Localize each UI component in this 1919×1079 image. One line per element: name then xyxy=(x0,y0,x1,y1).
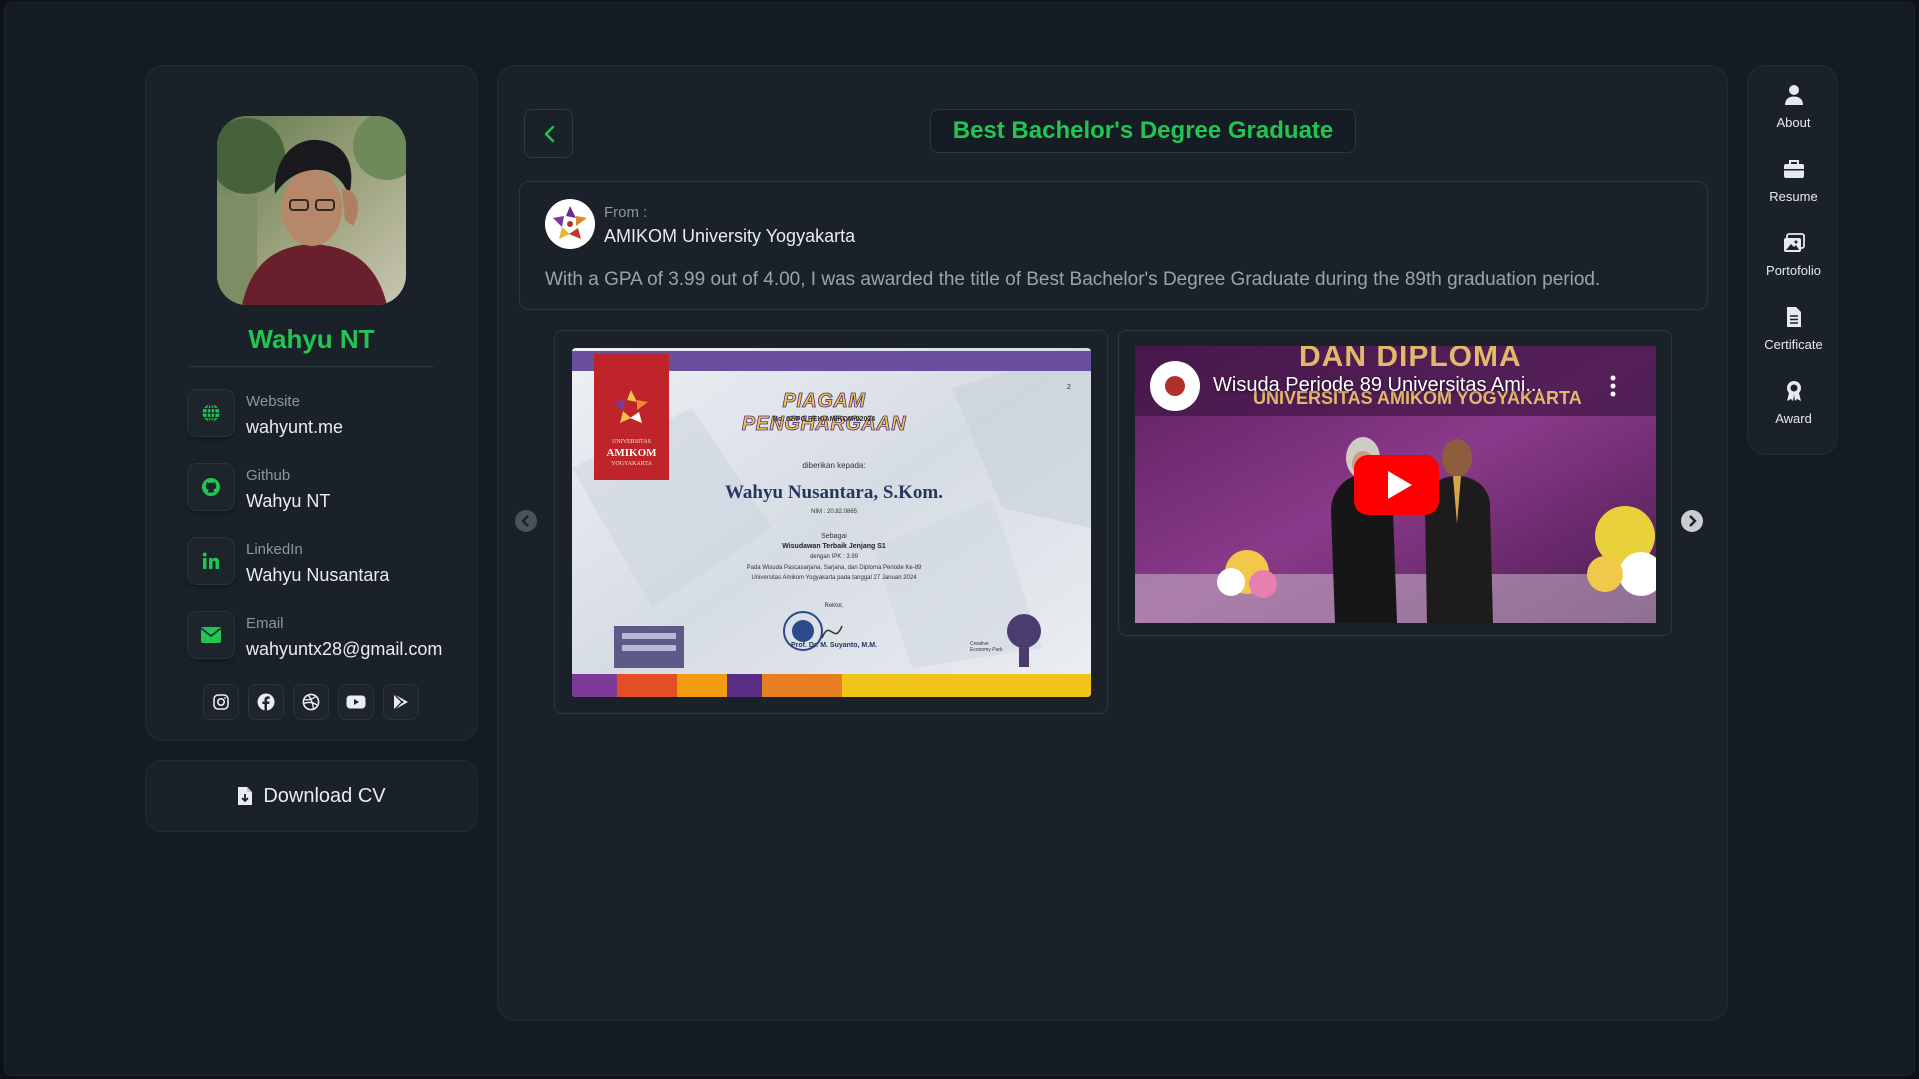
certificate-line-2: Universitas Amikom Yogyakarta pada tangg… xyxy=(751,575,917,581)
file-download-icon xyxy=(238,787,253,805)
contact-label: LinkedIn xyxy=(246,541,303,558)
certificate-card[interactable]: PIAGAM PENGHARGAAN No. 02/PG.REK/AMIKOM/… xyxy=(554,330,1108,714)
video-banner-top: DAN DIPLOMA xyxy=(1299,346,1522,373)
contact-label: Website xyxy=(246,393,300,410)
contact-label: Email xyxy=(246,615,284,632)
nav-label: Award xyxy=(1775,411,1812,426)
certificate-nim: NIM : 20.82.0865 xyxy=(810,509,858,515)
contact-email[interactable]: Email wahyuntx28@gmail.com xyxy=(187,611,447,663)
certificate-page-number: 2 xyxy=(1067,384,1071,391)
video-title[interactable]: Wisuda Periode 89 Universitas Ami... xyxy=(1213,374,1583,397)
logo-text-university: UNIVERSITAS xyxy=(612,439,651,445)
certificate-as: Sebagai xyxy=(821,533,847,540)
from-label: From : xyxy=(604,204,648,221)
certificate-ipk: dengan IPK : 3.99 xyxy=(809,554,859,560)
contact-website[interactable]: Website wahyunt.me xyxy=(187,389,447,441)
app-window: Wahyu NT Website wahyunt.me Github Wahyu… xyxy=(4,2,1915,1076)
contact-github[interactable]: Github Wahyu NT xyxy=(187,463,447,515)
certificate-heading: PIAGAM PENGHARGAAN xyxy=(741,390,907,436)
certificate-recipient: Wahyu Nusantara, S.Kom. xyxy=(724,482,944,503)
award-icon xyxy=(1787,381,1801,401)
contact-value[interactable]: wahyuntx28@gmail.com xyxy=(246,639,442,660)
certificate-honor: Wisudawan Terbaik Jenjang S1 xyxy=(782,543,886,550)
back-button[interactable] xyxy=(524,109,573,158)
organization-name: AMIKOM University Yogyakarta xyxy=(604,226,856,246)
user-icon xyxy=(1785,85,1803,105)
divider xyxy=(189,366,434,367)
youtube-icon[interactable] xyxy=(338,684,374,720)
contact-value[interactable]: Wahyu Nusantara xyxy=(246,565,389,586)
briefcase-icon xyxy=(1784,160,1804,178)
nav-label: Portofolio xyxy=(1766,263,1821,278)
certificate-rektor: Rektor, xyxy=(824,603,844,609)
creative-economy-park-label: Creative Economy Park xyxy=(970,641,1003,653)
github-icon xyxy=(187,463,235,511)
side-navigation: About Resume Portofolio Certificate Awar… xyxy=(1747,65,1838,455)
dribbble-icon[interactable] xyxy=(293,684,329,720)
award-detail-panel: Best Bachelor's Degree Graduate From : A… xyxy=(497,65,1728,1021)
certificate-signer: Prof. Dr. M. Suyanto, M.M. xyxy=(791,642,877,649)
play-store-icon[interactable] xyxy=(383,684,419,720)
award-source-card: From : AMIKOM University Yogyakarta With… xyxy=(519,181,1708,310)
file-icon xyxy=(1787,307,1801,327)
contact-label: Github xyxy=(246,467,291,484)
nav-item-certificate[interactable]: Certificate xyxy=(1748,288,1839,352)
download-cv-button[interactable]: Download CV xyxy=(145,760,478,832)
chevron-left-icon xyxy=(544,125,554,142)
facebook-icon[interactable] xyxy=(248,684,284,720)
globe-icon xyxy=(187,389,235,437)
certificate-number: No. 02/PG.REK/AMIKOM/I/2024 xyxy=(772,416,876,423)
nav-label: Certificate xyxy=(1764,337,1823,352)
social-links xyxy=(203,684,419,720)
amikom-logo xyxy=(545,199,595,249)
award-description: With a GPA of 3.99 out of 4.00, I was aw… xyxy=(545,269,1601,290)
chevron-right-circle-icon xyxy=(1681,510,1703,532)
certificate-line-1: Pada Wisuda Pascasarjana, Sarjana, dan D… xyxy=(746,565,922,571)
profile-name: Wahyu NT xyxy=(248,324,375,354)
avatar xyxy=(217,116,406,305)
youtube-embed[interactable]: DAN DIPLOMA UNIVERSITAS AMIKOM YOGYAKART… xyxy=(1135,346,1656,623)
download-cv-label: Download CV xyxy=(263,784,386,807)
nav-item-resume[interactable]: Resume xyxy=(1748,140,1839,204)
certificate-image[interactable]: PIAGAM PENGHARGAAN No. 02/PG.REK/AMIKOM/… xyxy=(572,348,1091,697)
nav-label: About xyxy=(1776,115,1811,130)
award-title: Best Bachelor's Degree Graduate xyxy=(930,109,1356,153)
carousel-prev-button[interactable] xyxy=(514,509,538,533)
contact-value[interactable]: Wahyu NT xyxy=(246,491,330,512)
nav-item-award[interactable]: Award xyxy=(1748,362,1839,426)
nav-label: Resume xyxy=(1769,189,1818,204)
video-card[interactable]: DAN DIPLOMA UNIVERSITAS AMIKOM YOGYAKART… xyxy=(1118,330,1672,636)
logo-text-amikom: AMIKOM xyxy=(606,447,657,459)
instagram-icon[interactable] xyxy=(203,684,239,720)
images-icon xyxy=(1784,233,1805,252)
carousel-next-button[interactable] xyxy=(1680,509,1704,533)
contact-value[interactable]: wahyunt.me xyxy=(246,417,343,438)
certificate-given-to: diberikan kepada: xyxy=(802,461,866,470)
nav-item-portofolio[interactable]: Portofolio xyxy=(1748,214,1839,278)
contact-linkedin[interactable]: LinkedIn Wahyu Nusantara xyxy=(187,537,447,589)
envelope-icon xyxy=(187,611,235,659)
chevron-left-circle-icon xyxy=(515,510,537,532)
linkedin-icon xyxy=(187,537,235,585)
profile-card: Wahyu NT Website wahyunt.me Github Wahyu… xyxy=(145,65,478,741)
nav-item-about[interactable]: About xyxy=(1748,66,1839,130)
logo-text-yogyakarta: YOGYAKARTA xyxy=(611,461,652,467)
